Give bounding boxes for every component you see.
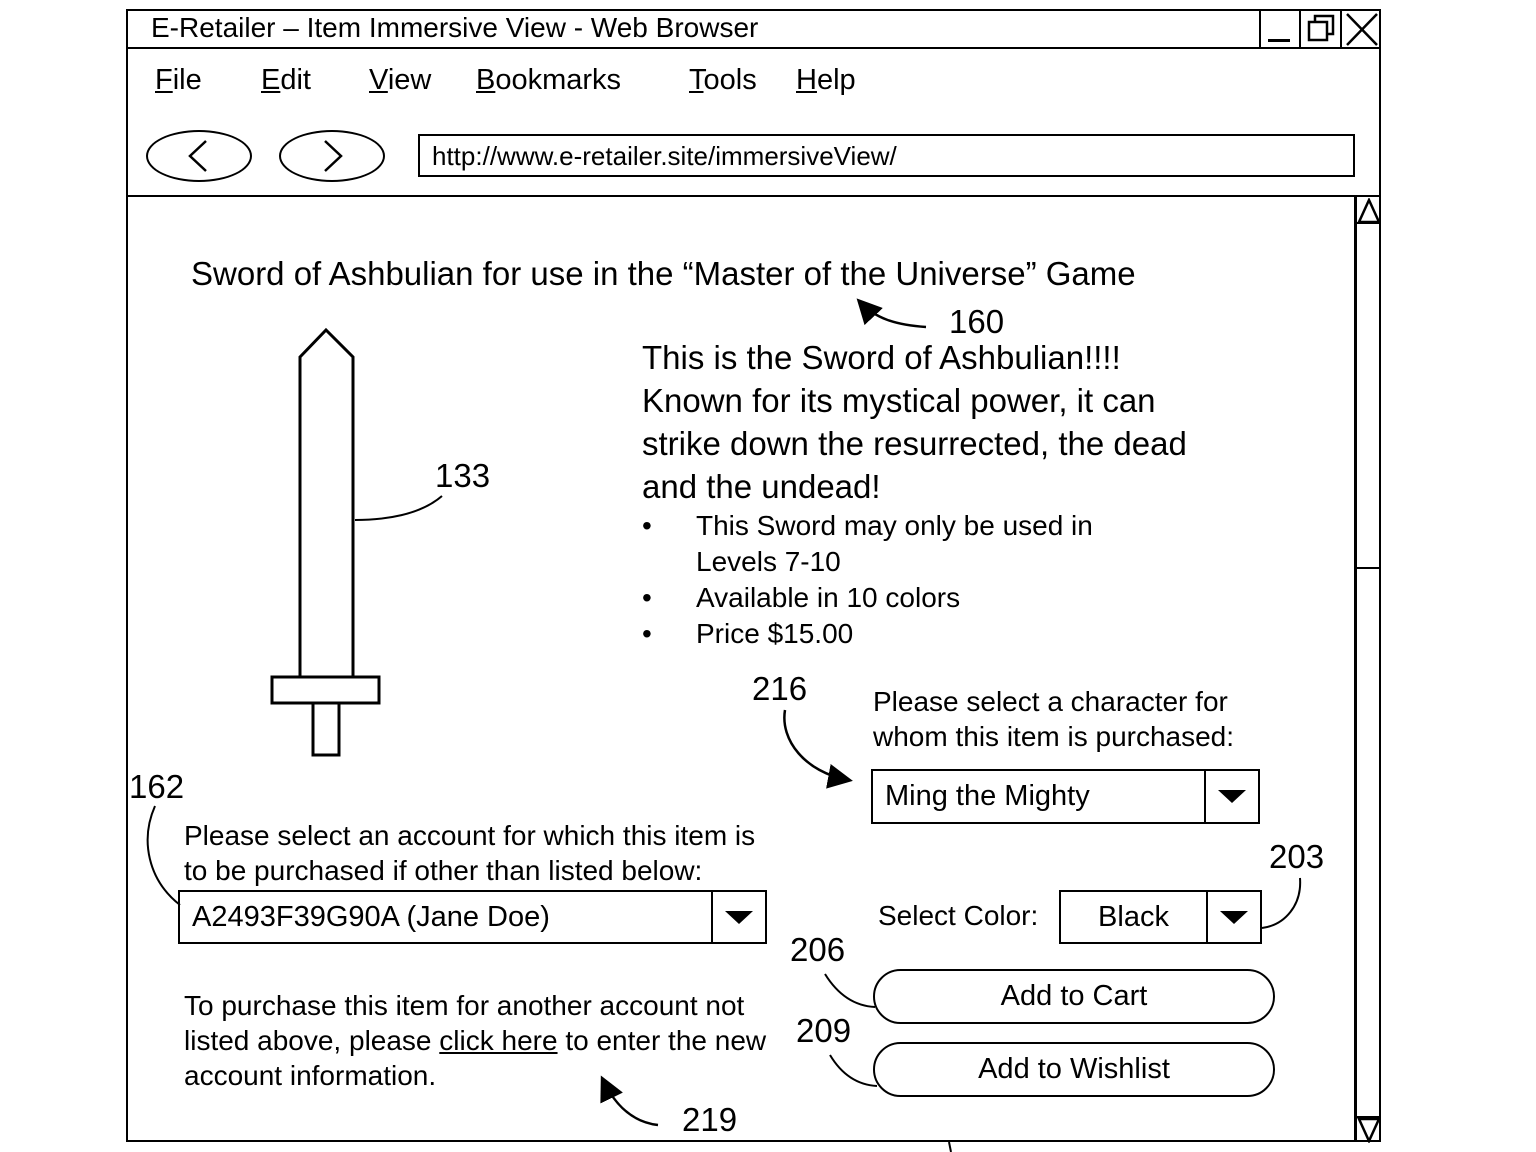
character-label: Please select a character for whom this … [873,686,1235,752]
feature-levels: This Sword may only be used in Levels 7-… [642,508,1116,580]
menu-tools[interactable]: Tools [689,64,757,97]
ref-219: 219 [682,1101,738,1138]
account-select-value: A2493F39G90A (Jane Doe) [192,900,550,933]
item-description: This is the Sword of Ashbulian!!!! Known… [642,339,1187,505]
restore-icon [1307,14,1335,42]
menu-edit[interactable]: Edit [261,64,311,97]
ref-206: 206 [790,931,846,968]
menu-view[interactable]: View [369,64,431,97]
add-to-wishlist-button[interactable]: Add to Wishlist [873,1042,1275,1097]
account-label: Please select an account for which this … [184,820,756,886]
scroll-up-icon[interactable] [1357,198,1381,224]
menu-bookmarks[interactable]: Bookmarks [476,64,621,97]
feature-colors: Available in 10 colors [642,580,1162,616]
close-button[interactable] [1340,9,1381,49]
minimize-button[interactable] [1259,9,1301,49]
color-select-value: Black [1098,900,1169,933]
color-label: Select Color: [878,900,1039,931]
item-features: This Sword may only be used in Levels 7-… [642,508,1162,652]
new-account-text: To purchase this item for another accoun… [184,990,767,1091]
ref-216: 216 [752,670,808,707]
window-title: E-Retailer – Item Immersive View - Web B… [151,12,759,43]
content-divider [126,195,1381,197]
ref-209: 209 [796,1012,852,1049]
address-bar[interactable]: http://www.e-retailer.site/immersiveView… [418,134,1355,177]
click-here-link[interactable]: click here [439,1025,557,1056]
chevron-down-icon [725,910,753,924]
menu-file[interactable]: File [155,64,202,97]
color-select[interactable]: Black [1059,890,1262,944]
chevron-down-icon [1220,910,1248,924]
chevron-down-icon [1218,790,1246,803]
character-select-value: Ming the Mighty [885,780,1090,812]
back-button[interactable] [146,130,252,182]
minimize-icon [1268,39,1290,42]
forward-button[interactable] [279,130,385,182]
account-select[interactable]: A2493F39G90A (Jane Doe) [178,890,767,944]
restore-button[interactable] [1299,9,1341,49]
character-select[interactable]: Ming the Mighty [871,769,1260,824]
color-dropdown-button[interactable] [1206,892,1260,942]
item-title: Sword of Ashbulian for use in the “Maste… [191,255,1136,292]
menu-help[interactable]: Help [796,64,856,97]
account-dropdown-button[interactable] [711,892,765,942]
chevron-left-icon [188,140,207,172]
vertical-scrollbar[interactable] [1354,196,1381,1143]
character-dropdown-button[interactable] [1204,771,1258,822]
ref-133: 133 [435,457,491,494]
leader-bottom [948,1141,952,1152]
feature-price: Price $15.00 [642,616,1162,652]
scroll-thumb-edge [1357,567,1381,569]
ref-162: 162 [129,768,185,805]
sword-icon [270,327,381,757]
add-to-cart-button[interactable]: Add to Cart [873,969,1275,1024]
chevron-right-icon [324,140,343,172]
ref-203: 203 [1269,838,1325,875]
scroll-down-icon[interactable] [1357,1117,1381,1143]
close-icon [1346,13,1378,46]
